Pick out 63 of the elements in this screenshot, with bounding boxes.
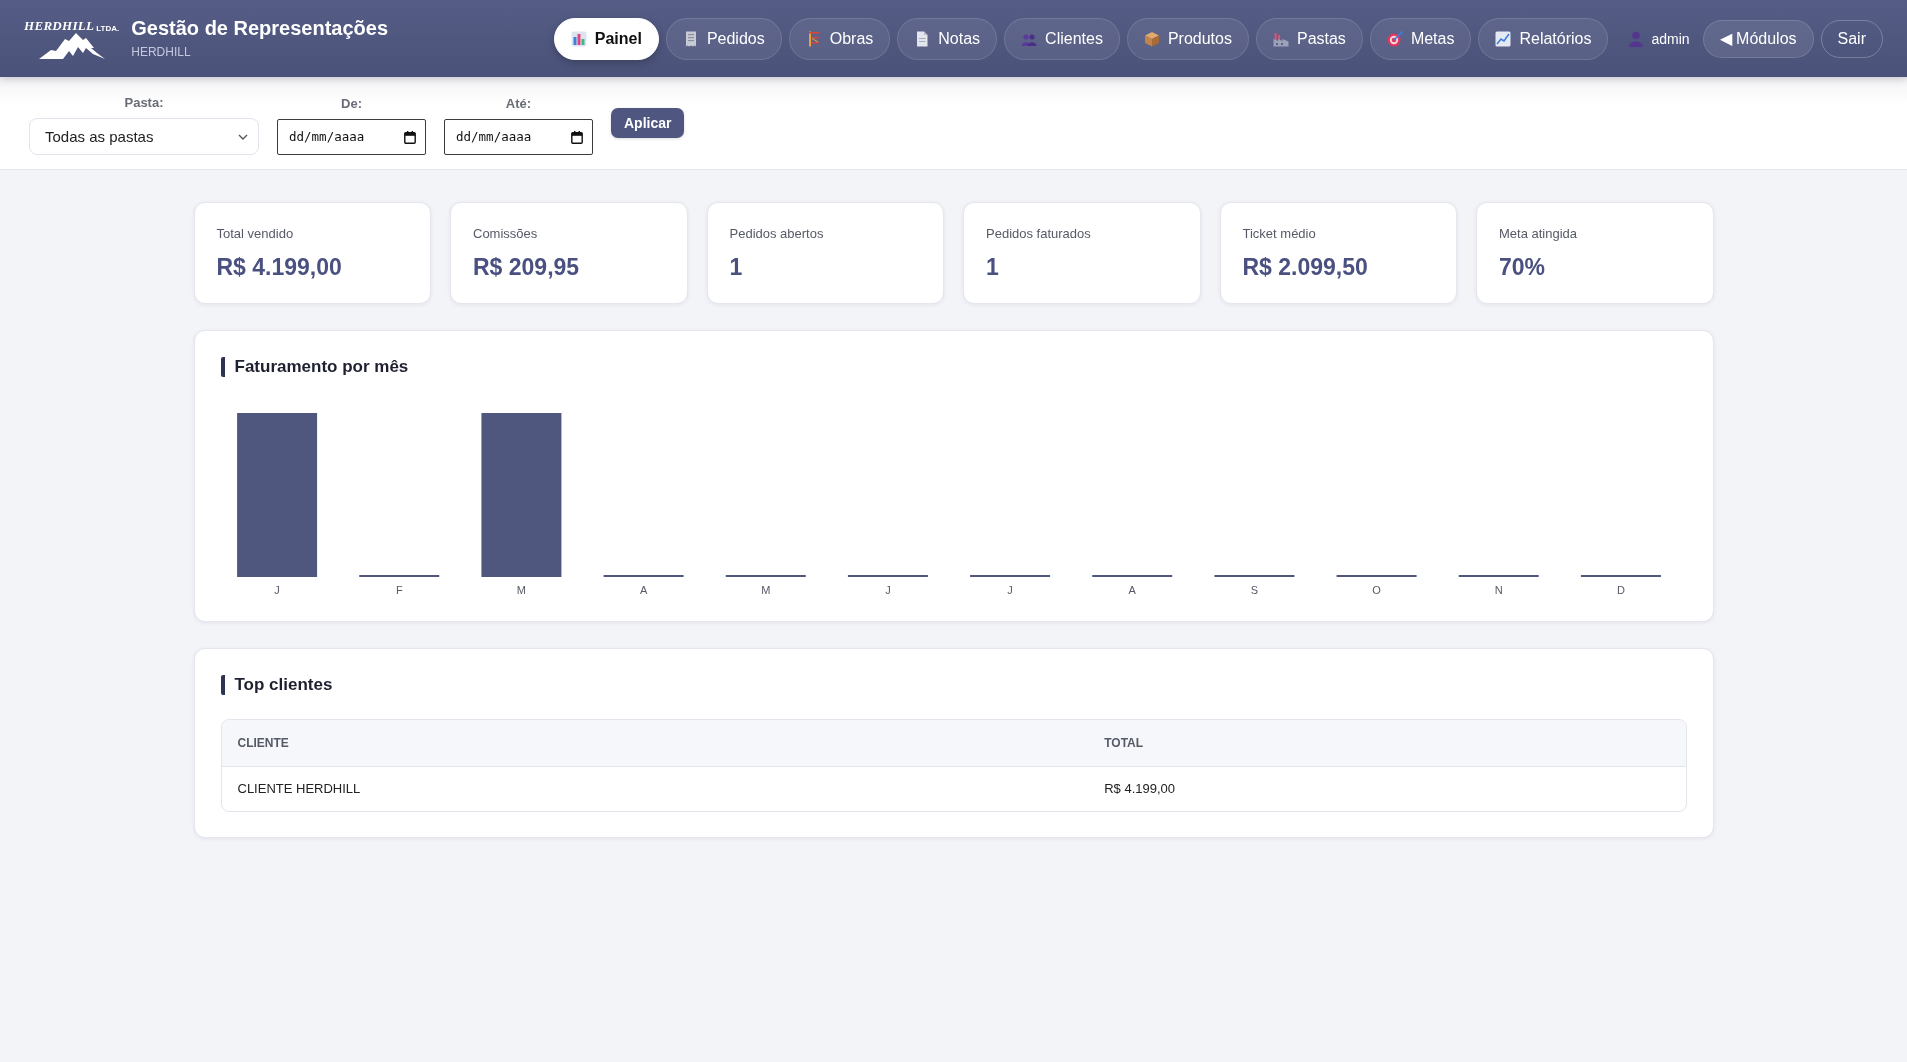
nav-tab[interactable]: Metas	[1369, 17, 1472, 60]
stat-value: R$ 4.199,00	[216, 254, 343, 281]
user-icon	[1628, 30, 1645, 47]
section-title: Faturamento por mês	[220, 357, 1687, 377]
field-label: Até:	[505, 95, 532, 111]
logo-suffix: LTDA.	[96, 23, 120, 33]
calendar-icon	[571, 130, 583, 144]
bar-chart-icon	[570, 30, 587, 47]
chevron-down-icon	[238, 133, 248, 140]
target-icon	[1386, 30, 1403, 47]
user-name: admin	[1651, 30, 1690, 47]
stat-value: 70%	[1499, 254, 1547, 281]
nav-tab[interactable]: Clientes	[1004, 17, 1120, 60]
month-label: S	[1250, 584, 1258, 596]
table-cell: CLIENTE HERDHILL	[221, 766, 1089, 811]
stat-value: 1	[729, 254, 744, 281]
apply-button[interactable]: Aplicar	[611, 108, 685, 138]
mountain-icon	[38, 32, 105, 59]
column-header: CLIENTE	[221, 720, 1089, 766]
stat-label: Meta atingida	[1499, 226, 1579, 241]
stat-value: R$ 209,95	[473, 254, 581, 281]
field-label: De:	[341, 95, 362, 111]
modules-button[interactable]: ◀ Módulos	[1702, 19, 1814, 58]
logo-text: HERDHILL	[24, 18, 95, 33]
date-field[interactable]: dd/mm/aaaa	[444, 118, 593, 155]
stat-value: R$ 2.099,50	[1242, 254, 1369, 281]
line-chart-icon	[1495, 30, 1512, 47]
folder-select[interactable]: Todas as pastas	[29, 118, 259, 155]
stat-label: Total vendido	[216, 226, 295, 241]
month-label: J	[1006, 584, 1013, 596]
date-field[interactable]: dd/mm/aaaa	[277, 118, 426, 155]
nav-tab[interactable]: Notas	[897, 17, 998, 60]
month-label: J	[273, 584, 280, 596]
column-header: TOTAL	[1088, 720, 1686, 766]
table-cell: R$ 4.199,00	[1088, 766, 1686, 811]
section-title: Top clientes	[220, 675, 1687, 695]
month-label: M	[760, 584, 770, 596]
stat-label: Comissões	[473, 226, 539, 241]
stat-label: Ticket médio	[1242, 226, 1317, 241]
calendar-icon	[404, 130, 416, 144]
box-icon	[1143, 30, 1160, 47]
document-icon	[914, 30, 931, 47]
month-label: N	[1494, 584, 1503, 596]
stat-label: Pedidos faturados	[986, 226, 1092, 241]
nav-tab[interactable]: Produtos	[1126, 17, 1249, 60]
app-title: Gestão de Representações	[131, 16, 389, 40]
field-label: Pasta:	[124, 95, 164, 110]
nav-tab[interactable]: Relatórios	[1478, 17, 1609, 60]
nav-tab[interactable]: Painel	[553, 17, 659, 60]
nav-tab[interactable]: Obras	[788, 17, 891, 60]
factory-icon	[1272, 30, 1289, 47]
nav-tab[interactable]: Pastas	[1255, 17, 1363, 60]
stat-label: Pedidos abertos	[729, 226, 825, 241]
month-label: A	[1128, 584, 1136, 596]
month-label: F	[395, 584, 403, 596]
month-label: D	[1616, 584, 1625, 596]
month-label: J	[884, 584, 891, 596]
stat-value: 1	[986, 254, 1000, 281]
nav-tab[interactable]: Pedidos	[665, 17, 782, 60]
month-label: M	[516, 584, 526, 596]
company-name: HERDHILL	[131, 44, 192, 59]
month-label: O	[1371, 584, 1381, 596]
month-label: A	[639, 584, 647, 596]
